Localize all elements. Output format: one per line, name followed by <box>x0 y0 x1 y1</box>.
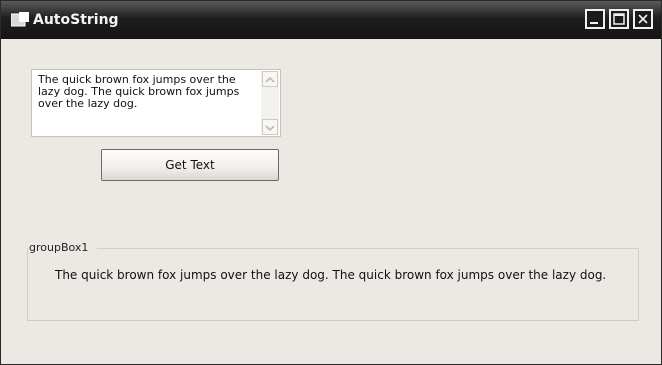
close-icon <box>638 14 648 24</box>
input-textbox[interactable]: The quick brown fox jumps over the lazy … <box>31 69 281 137</box>
maximize-icon <box>613 13 625 25</box>
vertical-scrollbar[interactable] <box>261 71 279 135</box>
window-title: AutoString <box>33 12 119 28</box>
close-button[interactable] <box>633 9 653 29</box>
groupbox-bottom-border <box>27 320 639 321</box>
groupbox-left-border <box>27 248 28 321</box>
input-text[interactable]: The quick brown fox jumps over the lazy … <box>38 74 250 134</box>
groupbox-top-border <box>97 248 639 249</box>
result-label: The quick brown fox jumps over the lazy … <box>55 268 607 282</box>
minimize-icon <box>590 22 598 24</box>
group-box: groupBox1 The quick brown fox jumps over… <box>27 241 639 321</box>
app-icon <box>11 12 29 27</box>
app-window: AutoString The quick brown fox jumps ove… <box>0 0 662 365</box>
title-bar[interactable]: AutoString <box>1 1 661 39</box>
get-text-button[interactable]: Get Text <box>101 149 279 181</box>
scroll-down-button[interactable] <box>262 119 278 135</box>
client-area: The quick brown fox jumps over the lazy … <box>5 39 657 360</box>
groupbox-title: groupBox1 <box>29 241 92 254</box>
chevron-up-icon <box>265 76 275 83</box>
scroll-up-button[interactable] <box>262 71 278 87</box>
maximize-button[interactable] <box>609 9 629 29</box>
groupbox-right-border <box>638 248 639 321</box>
minimize-button[interactable] <box>585 9 605 29</box>
chevron-down-icon <box>265 125 275 132</box>
